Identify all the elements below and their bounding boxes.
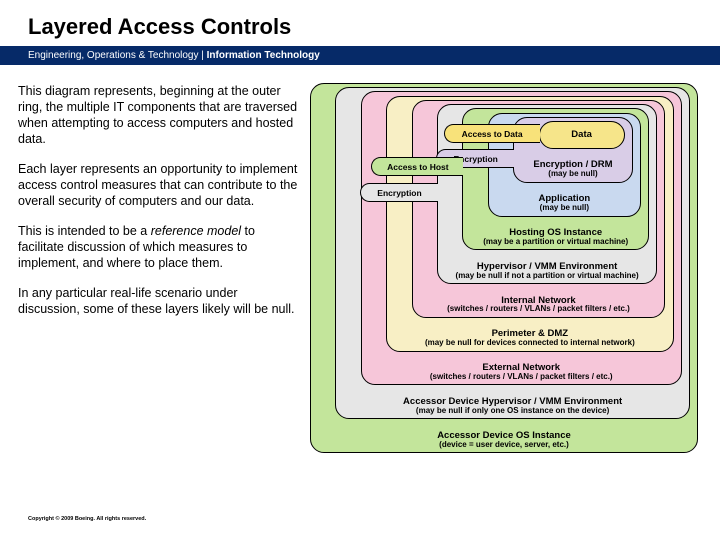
ring-sublabel: (device = user device, server, etc.) xyxy=(311,441,697,449)
breadcrumb-prefix: Engineering, Operations & Technology | xyxy=(28,50,207,61)
breadcrumb: Engineering, Operations & Technology | I… xyxy=(0,46,720,65)
ring-diagram: Accessor Device OS Instance(device = use… xyxy=(310,83,698,453)
ring-sublabel: (switches / routers / VLANs / packet fil… xyxy=(413,305,665,313)
desc-paragraph-2: Each layer represents an opportunity to … xyxy=(18,161,298,209)
ring-sublabel: (may be null if not a partition or virtu… xyxy=(438,272,656,280)
breadcrumb-current: Information Technology xyxy=(207,50,320,61)
page-title: Layered Access Controls xyxy=(28,14,720,40)
nub-encryption-host: Encryption xyxy=(360,183,438,202)
ring-label: Data xyxy=(540,130,624,140)
ring-sublabel: (may be null) xyxy=(514,170,632,178)
nub-access-to-data: Access to Data xyxy=(444,124,540,143)
description-column: This diagram represents, beginning at th… xyxy=(18,83,298,453)
ring-sublabel: (may be a partition or virtual machine) xyxy=(463,238,648,246)
ring-sublabel: (switches / routers / VLANs / packet fil… xyxy=(362,373,681,381)
ring-sublabel: (may be null for devices connected to in… xyxy=(387,339,672,347)
ring-sublabel: (may be null) xyxy=(489,204,640,212)
copyright: Copyright © 2009 Boeing. All rights rese… xyxy=(28,516,146,522)
nub-access-to-host: Access to Host xyxy=(371,157,463,176)
desc-paragraph-3: This is intended to be a reference model… xyxy=(18,223,298,271)
desc-paragraph-4: In any particular real-life scenario und… xyxy=(18,285,298,317)
ring-sublabel: (may be null if only one OS instance on … xyxy=(336,407,688,415)
ring-9: Data xyxy=(539,121,625,149)
desc-paragraph-1: This diagram represents, beginning at th… xyxy=(18,83,298,147)
